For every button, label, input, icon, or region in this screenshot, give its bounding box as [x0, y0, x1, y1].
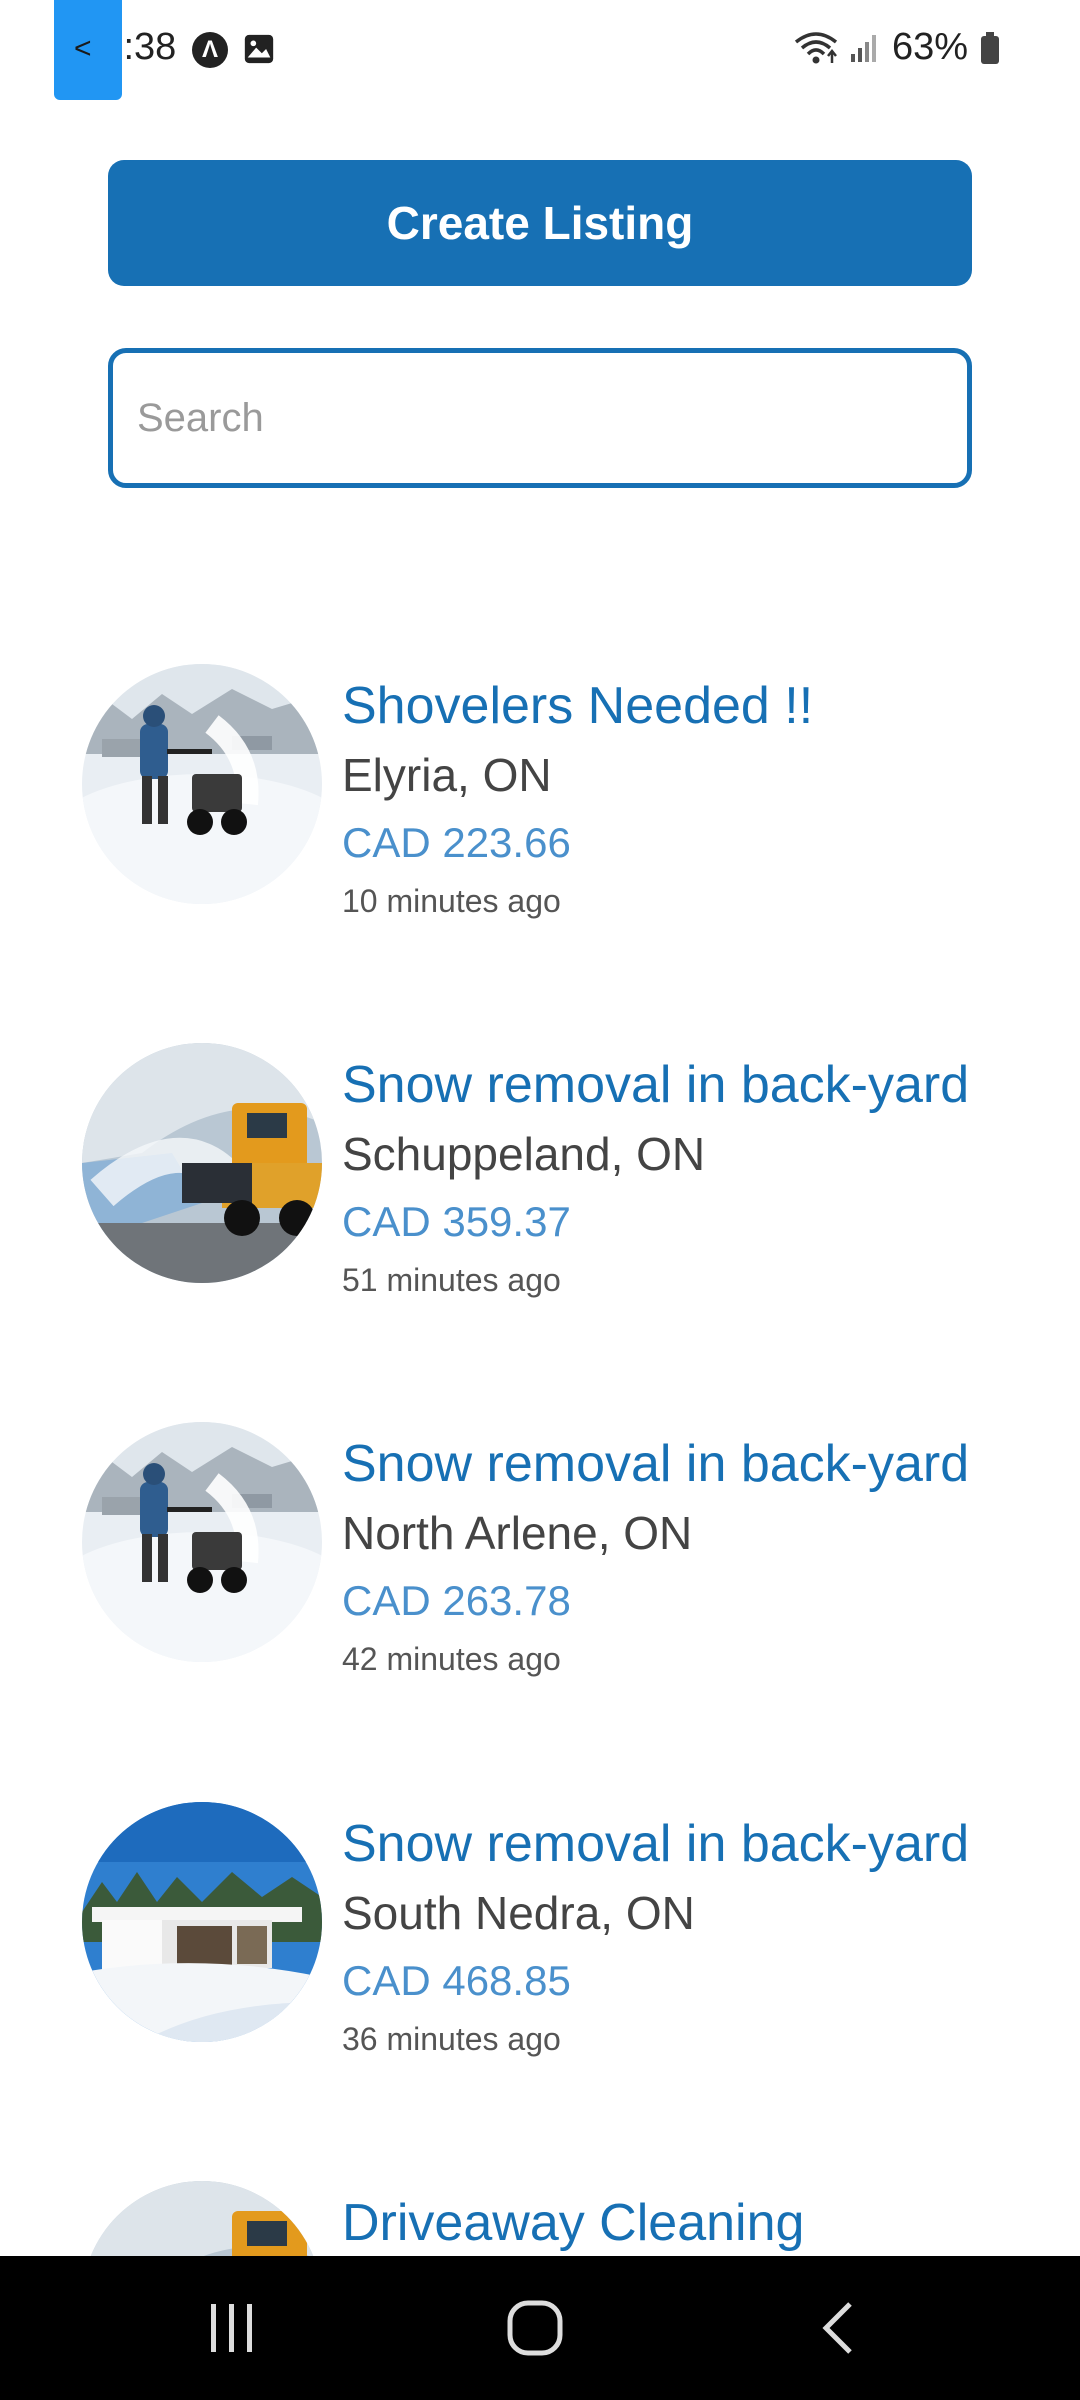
listing-time: 36 minutes ago — [342, 2021, 561, 2057]
listing-item[interactable]: Snow removal in back-yard North Arlene, … — [0, 1422, 1080, 1702]
listing-location: South Nedra, ON — [342, 1887, 695, 1939]
listing-thumbnail — [82, 1043, 322, 1283]
battery-percentage: 63% — [891, 26, 968, 68]
listing-title: Driveaway Cleaning — [342, 2194, 805, 2252]
battery-icon — [981, 31, 999, 64]
system-nav-bar — [0, 2256, 1080, 2400]
signal-icon — [850, 34, 876, 62]
listing-item[interactable]: Snow removal in back-yard South Nedra, O… — [0, 1802, 1080, 2082]
listing-item[interactable]: Shovelers Needed !! Elyria, ON CAD 223.6… — [0, 664, 1080, 944]
listing-time: 51 minutes ago — [342, 1262, 561, 1298]
listing-thumbnail — [82, 1422, 322, 1662]
back-arrow-icon: < — [74, 32, 92, 65]
listing-title: Snow removal in back-yard — [342, 1056, 970, 1114]
wifi-icon — [794, 31, 838, 63]
search-input[interactable] — [108, 348, 972, 488]
listing-price: CAD 359.37 — [342, 1198, 571, 1245]
listing-thumbnail — [82, 664, 322, 904]
a-badge-icon: Λ — [192, 32, 228, 68]
listing-location: Elyria, ON — [342, 749, 552, 801]
listing-price: CAD 468.85 — [342, 1957, 571, 2004]
listing-title: Snow removal in back-yard — [342, 1435, 970, 1493]
back-arrow-button[interactable]: < — [54, 0, 122, 100]
listing-location: North Arlene, ON — [342, 1507, 693, 1559]
status-bar: 11:38 Λ 63% < — [0, 0, 1080, 100]
listing-price: CAD 223.66 — [342, 819, 571, 866]
home-icon — [507, 2300, 563, 2356]
back-button[interactable] — [778, 2286, 898, 2370]
back-chevron-icon — [822, 2302, 852, 2354]
listing-price: CAD 263.78 — [342, 1577, 571, 1624]
listing-title: Snow removal in back-yard — [342, 1815, 970, 1873]
image-icon — [244, 34, 274, 64]
recent-apps-icon — [211, 2304, 252, 2352]
listing-location: Schuppeland, ON — [342, 1128, 706, 1180]
create-listing-button[interactable]: Create Listing — [108, 160, 972, 286]
recent-apps-button[interactable] — [172, 2286, 292, 2370]
listing-title: Shovelers Needed !! — [342, 677, 814, 735]
listing-thumbnail — [82, 1802, 322, 2042]
listing-item[interactable]: Snow removal in back-yard Schuppeland, O… — [0, 1043, 1080, 1323]
listing-time: 42 minutes ago — [342, 1641, 561, 1677]
listing-time: 10 minutes ago — [342, 883, 561, 919]
home-button[interactable] — [475, 2286, 595, 2370]
